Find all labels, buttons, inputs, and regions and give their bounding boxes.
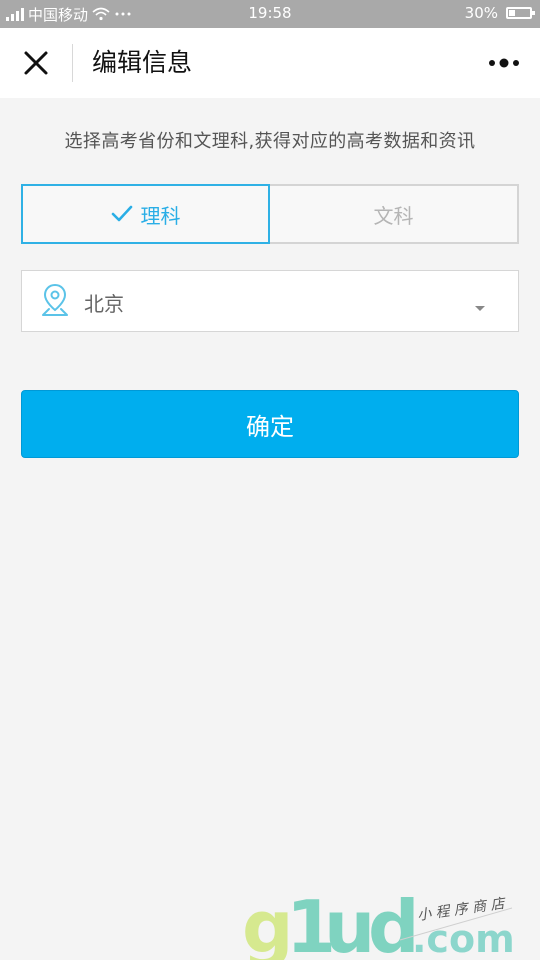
confirm-button[interactable]: 确定 <box>21 390 519 458</box>
close-icon <box>24 51 48 75</box>
check-icon <box>111 205 133 223</box>
more-icon <box>489 58 519 68</box>
close-button[interactable] <box>18 45 54 81</box>
tab-science[interactable]: 理科 <box>21 184 270 244</box>
watermark-logo: g 1 u d .com 小 程 序 商 店 <box>242 885 515 960</box>
svg-text:.com: .com <box>412 917 515 960</box>
confirm-label: 确定 <box>246 412 294 441</box>
page-title: 编辑信息 <box>92 48 193 77</box>
more-button[interactable] <box>486 52 522 74</box>
status-bar: 中国移动 19:58 30% <box>0 0 540 28</box>
nav-bar: 编辑信息 <box>0 28 540 98</box>
tab-arts[interactable]: 文科 <box>270 184 519 244</box>
battery-icon <box>506 7 535 19</box>
province-value: 北京 <box>84 292 124 316</box>
tab-arts-label: 文科 <box>373 203 414 228</box>
caret-down-icon <box>474 297 486 316</box>
subject-tabs: 理科 文科 <box>21 184 519 244</box>
nav-divider <box>72 44 73 82</box>
hint-text: 选择高考省份和文理科,获得对应的高考数据和资讯 <box>64 131 476 152</box>
status-time: 19:58 <box>248 4 292 22</box>
tab-science-label: 理科 <box>140 203 181 228</box>
status-right: 30% <box>464 4 535 22</box>
province-select[interactable]: 北京 <box>21 270 519 332</box>
battery-percent: 30% <box>464 4 498 22</box>
location-pin-icon <box>40 282 70 322</box>
